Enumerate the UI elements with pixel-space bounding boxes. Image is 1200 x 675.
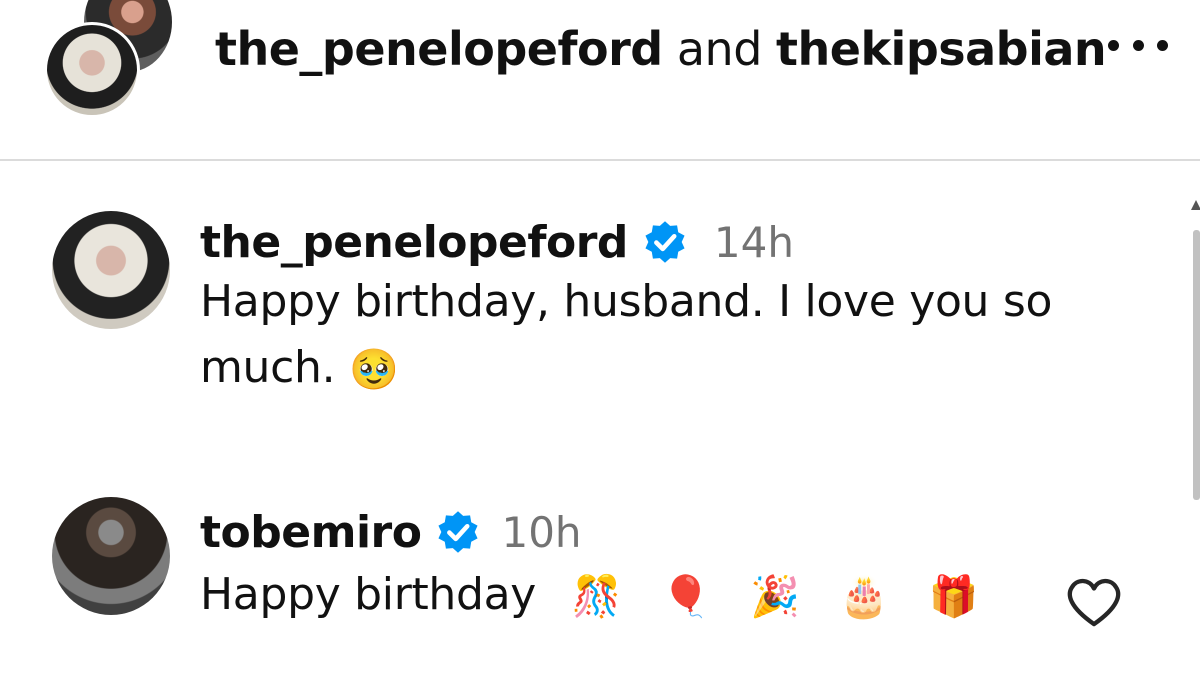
scroll-up-arrow-icon[interactable] — [1191, 200, 1200, 210]
comment-text: Happy birthday, husband. I love you so m… — [200, 269, 1052, 403]
verified-badge-icon — [438, 511, 479, 553]
confetti-ball-emoji: 🎊 — [571, 574, 622, 620]
party-popper-emoji: 🎉 — [750, 574, 800, 620]
comment-username[interactable]: tobemiro — [200, 507, 422, 558]
comment-item: tobemiro 10h Happy birthday 🎊 🎈 🎉 🎂 🎁 — [0, 495, 1190, 645]
comment-text-end: much. — [200, 342, 336, 393]
like-heart-icon[interactable] — [1064, 575, 1124, 629]
comment-body: the_penelopeford 14h Happy birthday, hus… — [200, 215, 1052, 403]
comment-meta: tobemiro 10h — [200, 505, 978, 559]
author-joiner: and — [676, 22, 763, 76]
avatar-the-penelopeford[interactable] — [44, 22, 140, 118]
verified-badge-icon — [645, 221, 685, 263]
post-header: the_penelopeford and thekipsabian — [0, 0, 1200, 160]
dot — [1157, 40, 1168, 51]
comment-timestamp[interactable]: 10h — [501, 508, 581, 557]
balloon-emoji: 🎈 — [660, 574, 711, 620]
author-link-b[interactable]: thekipsabian — [776, 22, 1107, 76]
dot — [1132, 40, 1144, 51]
scrollbar-thumb[interactable] — [1193, 230, 1200, 500]
gift-emoji: 🎁 — [928, 574, 979, 620]
commenter-avatar[interactable] — [52, 211, 170, 329]
comment-body: tobemiro 10h Happy birthday 🎊 🎈 🎉 🎂 🎁 — [200, 505, 978, 633]
comment-text-content: Happy birthday — [200, 569, 537, 620]
dot — [1108, 40, 1119, 51]
post-authors: the_penelopeford and thekipsabian — [215, 22, 1107, 76]
comment-text: Happy birthday 🎊 🎈 🎉 🎂 🎁 — [200, 559, 978, 633]
comment-item: the_penelopeford 14h Happy birthday, hus… — [0, 205, 1190, 425]
comment-meta: the_penelopeford 14h — [200, 215, 1052, 269]
comment-timestamp[interactable]: 14h — [714, 218, 794, 267]
birthday-cake-emoji: 🎂 — [839, 574, 889, 620]
comment-text-line: Happy birthday, husband. I love you so — [200, 276, 1053, 327]
comment-username[interactable]: the_penelopeford — [200, 217, 628, 268]
more-options-icon[interactable] — [1108, 40, 1168, 54]
comment-text-line: much. 🥹 — [200, 335, 1052, 403]
header-divider — [0, 159, 1200, 161]
author-link-a[interactable]: the_penelopeford — [215, 22, 663, 76]
commenter-avatar[interactable] — [52, 497, 170, 615]
holding-back-tears-emoji: 🥹 — [349, 347, 399, 393]
